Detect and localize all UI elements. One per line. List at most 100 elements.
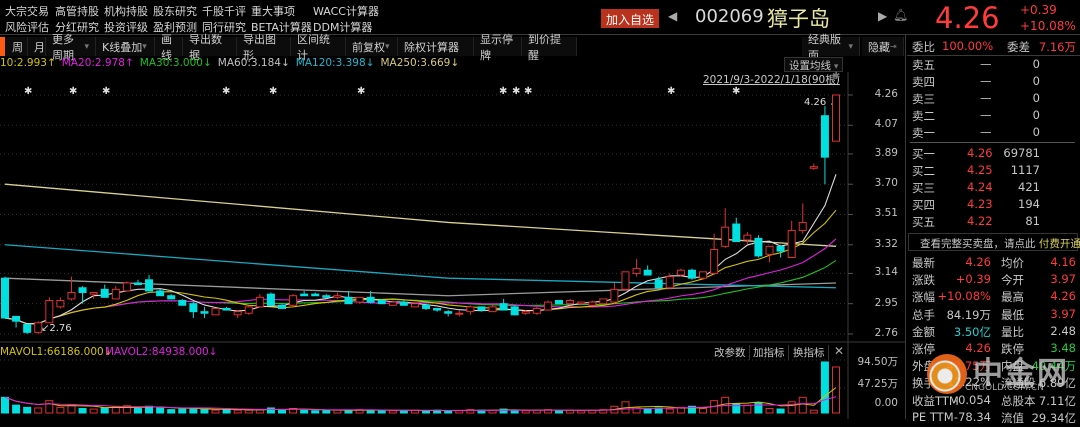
candle[interactable] bbox=[278, 304, 286, 309]
candle[interactable] bbox=[832, 94, 840, 142]
candle[interactable] bbox=[521, 311, 530, 314]
candle[interactable] bbox=[311, 293, 320, 297]
candle[interactable] bbox=[189, 303, 198, 313]
candle[interactable] bbox=[244, 306, 253, 314]
candle[interactable] bbox=[555, 299, 563, 305]
candle[interactable] bbox=[156, 290, 165, 297]
candle[interactable] bbox=[455, 312, 464, 315]
candle[interactable] bbox=[399, 301, 408, 306]
event-marker-icon[interactable]: ✱ bbox=[102, 86, 110, 97]
candle[interactable] bbox=[787, 229, 796, 258]
candle[interactable] bbox=[111, 288, 120, 300]
candle[interactable] bbox=[577, 301, 586, 305]
candle[interactable] bbox=[743, 234, 752, 241]
event-marker-icon[interactable]: ✱ bbox=[512, 86, 520, 97]
sell-row[interactable]: 卖三 — 0 bbox=[912, 91, 1076, 108]
candle[interactable] bbox=[776, 245, 785, 252]
candle[interactable] bbox=[34, 322, 43, 333]
candle[interactable] bbox=[621, 271, 630, 290]
candle[interactable] bbox=[200, 311, 209, 314]
candle[interactable] bbox=[78, 287, 87, 294]
candle[interactable] bbox=[610, 288, 619, 303]
event-marker-icon[interactable]: ✱ bbox=[357, 86, 365, 97]
candle[interactable] bbox=[366, 296, 375, 303]
candle[interactable] bbox=[12, 315, 21, 322]
candle[interactable] bbox=[510, 306, 519, 316]
event-marker-icon[interactable]: ✱ bbox=[69, 86, 77, 97]
candle[interactable] bbox=[178, 299, 187, 306]
candle[interactable] bbox=[23, 323, 32, 333]
candle[interactable] bbox=[100, 288, 109, 298]
candle[interactable] bbox=[820, 115, 829, 158]
candle[interactable] bbox=[377, 299, 386, 305]
event-marker-icon[interactable]: ✱ bbox=[222, 86, 230, 97]
candle[interactable] bbox=[145, 279, 154, 292]
candle[interactable] bbox=[477, 306, 486, 311]
candle[interactable] bbox=[499, 303, 508, 311]
buy-row[interactable]: 买二 4.25 1117 bbox=[912, 163, 1076, 180]
candle[interactable] bbox=[255, 296, 264, 308]
buy-row[interactable]: 买五 4.22 81 bbox=[912, 214, 1076, 231]
candle[interactable] bbox=[222, 307, 231, 311]
candle[interactable] bbox=[355, 296, 364, 303]
candle[interactable] bbox=[67, 292, 76, 300]
candle[interactable] bbox=[410, 303, 419, 308]
candle[interactable] bbox=[765, 245, 774, 255]
candle[interactable] bbox=[344, 296, 353, 305]
event-marker-icon[interactable]: ✱ bbox=[732, 86, 740, 97]
candle[interactable] bbox=[643, 269, 652, 276]
sell-row[interactable]: 卖五 — 0 bbox=[912, 57, 1076, 74]
candle[interactable] bbox=[1, 277, 9, 319]
buy-row[interactable]: 买一 4.26 69781 bbox=[912, 146, 1076, 163]
candle[interactable] bbox=[809, 166, 818, 169]
candle[interactable] bbox=[532, 307, 541, 314]
kline-chart[interactable]: ✱ ✱ ✱ ✱ ✱ ✱ ✱ ✱ ✱ ✱ ✱ bbox=[0, 0, 905, 419]
candle[interactable] bbox=[422, 304, 431, 309]
candle[interactable] bbox=[333, 295, 342, 298]
candle[interactable] bbox=[754, 237, 763, 257]
candle[interactable] bbox=[89, 292, 98, 295]
candle[interactable] bbox=[211, 307, 220, 316]
candle[interactable] bbox=[233, 311, 242, 316]
candle[interactable] bbox=[588, 301, 597, 306]
candle[interactable] bbox=[444, 311, 453, 314]
candle[interactable] bbox=[322, 295, 331, 298]
candle[interactable] bbox=[289, 295, 298, 306]
event-marker-icon[interactable]: ✱ bbox=[24, 86, 32, 97]
candle[interactable] bbox=[566, 299, 575, 305]
subscribe-link[interactable]: 付费开通 bbox=[1039, 238, 1080, 250]
candle[interactable] bbox=[56, 299, 65, 308]
candle[interactable] bbox=[133, 282, 142, 286]
event-marker-icon[interactable]: ✱ bbox=[524, 86, 532, 97]
candle[interactable] bbox=[632, 268, 641, 274]
candle[interactable] bbox=[167, 295, 176, 300]
candle[interactable] bbox=[665, 276, 674, 289]
event-marker-icon[interactable]: ✱ bbox=[269, 86, 277, 97]
candle[interactable] bbox=[654, 279, 663, 289]
candle[interactable] bbox=[122, 282, 131, 292]
candle[interactable] bbox=[300, 293, 309, 297]
sell-row[interactable]: 卖二 — 0 bbox=[912, 108, 1076, 125]
buy-row[interactable]: 买三 4.24 421 bbox=[912, 180, 1076, 197]
candle[interactable] bbox=[676, 269, 685, 276]
candle[interactable] bbox=[488, 306, 497, 313]
candle[interactable] bbox=[266, 293, 275, 306]
candle[interactable] bbox=[599, 298, 608, 305]
candle[interactable] bbox=[798, 221, 807, 231]
sell-row[interactable]: 卖四 — 0 bbox=[912, 74, 1076, 91]
candle[interactable] bbox=[732, 223, 741, 243]
sell-row[interactable]: 卖一 — 0 bbox=[912, 125, 1076, 142]
candle[interactable] bbox=[710, 249, 719, 274]
candle[interactable] bbox=[433, 307, 442, 311]
candle[interactable] bbox=[388, 301, 397, 306]
candle[interactable] bbox=[45, 299, 54, 324]
full-orderbook-note[interactable]: 查看完整买卖盘，请点此 付费开通 bbox=[908, 233, 1080, 251]
candle[interactable] bbox=[466, 306, 475, 313]
buy-row[interactable]: 买四 4.23 194 bbox=[912, 197, 1076, 214]
candle[interactable] bbox=[721, 226, 730, 247]
candle[interactable] bbox=[543, 301, 552, 311]
candle[interactable] bbox=[699, 271, 708, 279]
event-marker-icon[interactable]: ✱ bbox=[499, 86, 507, 97]
candle[interactable] bbox=[687, 269, 696, 279]
event-marker-icon[interactable]: ✱ bbox=[667, 86, 675, 97]
